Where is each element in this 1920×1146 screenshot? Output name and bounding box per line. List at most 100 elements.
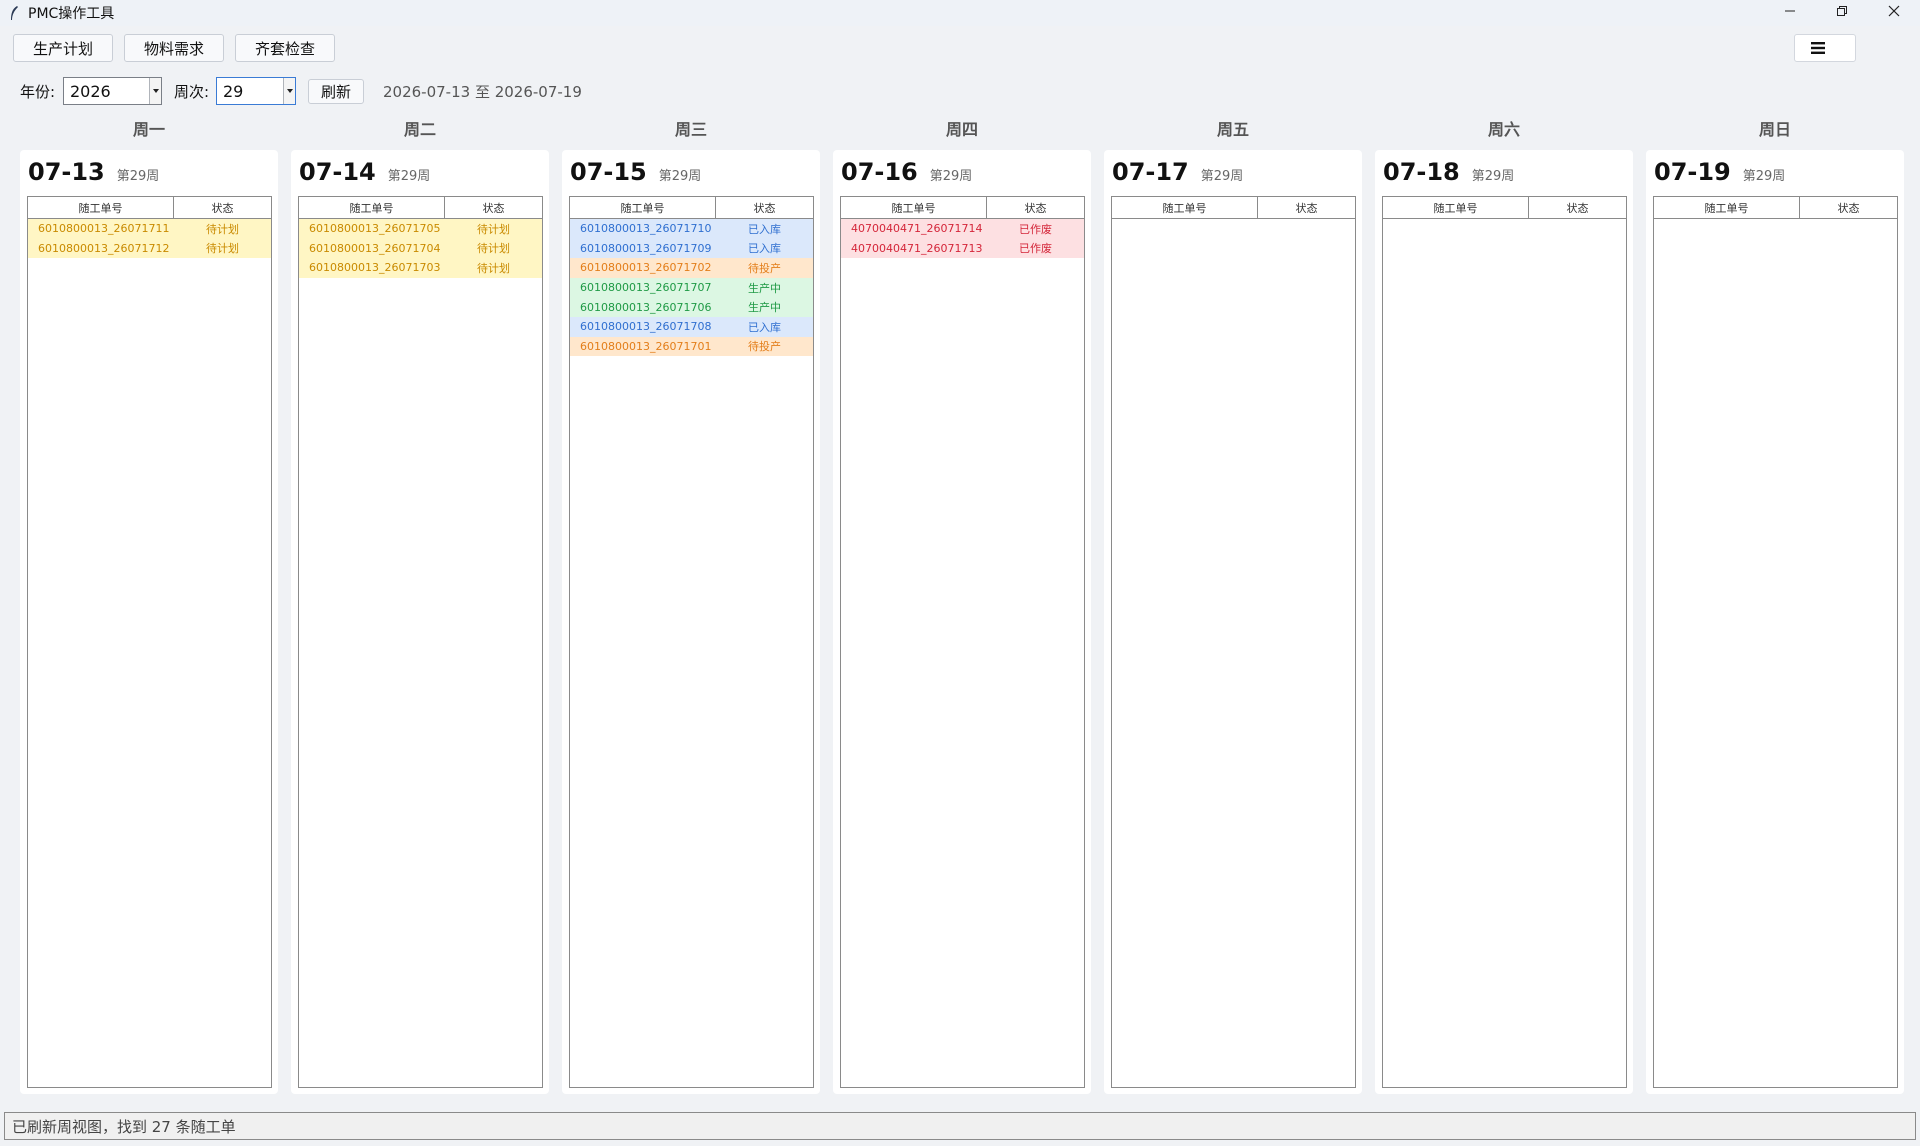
week-label: 周次: bbox=[174, 83, 210, 101]
kitting-check-button[interactable]: 齐套检查 bbox=[235, 34, 335, 62]
status-cell: 生产中 bbox=[748, 281, 781, 295]
weekday-label: 周二 bbox=[403, 120, 436, 139]
day-header: 07-15 第29周 bbox=[570, 158, 701, 186]
day-header: 07-16 第29周 bbox=[841, 158, 972, 186]
column-header-status[interactable]: 状态 bbox=[1800, 197, 1897, 218]
day-date: 07-15 bbox=[570, 158, 647, 186]
order-table[interactable]: 随工单号 状态 4070040471_26071714 已作废 4070040471_2… bbox=[840, 196, 1085, 1088]
restore-icon bbox=[1836, 5, 1848, 21]
day-card: 07-18 第29周 随工单号 状态 bbox=[1375, 150, 1633, 1094]
column-header-order[interactable]: 随工单号 bbox=[841, 197, 987, 218]
close-icon bbox=[1888, 5, 1900, 21]
refresh-button[interactable]: 刷新 bbox=[308, 79, 364, 104]
weekday-label: 周三 bbox=[674, 120, 707, 139]
table-row[interactable]: 4070040471_26071713 已作废 bbox=[841, 238, 1084, 259]
order-table[interactable]: 随工单号 状态 bbox=[1382, 196, 1627, 1088]
table-row[interactable]: 4070040471_26071714 已作废 bbox=[841, 219, 1084, 239]
order-number-cell: 6010800013_26071710 bbox=[580, 222, 712, 236]
day-date: 07-14 bbox=[299, 158, 376, 186]
table-row[interactable]: 6010800013_26071711 待计划 bbox=[28, 219, 271, 239]
table-header: 随工单号 状态 bbox=[1112, 197, 1355, 219]
column-header-order[interactable]: 随工单号 bbox=[299, 197, 445, 218]
day-week-number: 第29周 bbox=[1200, 169, 1244, 184]
feather-icon bbox=[6, 4, 22, 22]
order-number-cell: 6010800013_26071702 bbox=[580, 261, 712, 275]
column-header-status[interactable]: 状态 bbox=[987, 197, 1084, 218]
menu-button[interactable] bbox=[1794, 34, 1856, 62]
column-header-order[interactable]: 随工单号 bbox=[28, 197, 174, 218]
table-row[interactable]: 6010800013_26071706 生产中 bbox=[570, 297, 813, 317]
column-header-order[interactable]: 随工单号 bbox=[1383, 197, 1529, 218]
column-header-order[interactable]: 随工单号 bbox=[570, 197, 716, 218]
status-cell: 待计划 bbox=[477, 261, 510, 275]
dropdown-arrow-icon[interactable] bbox=[283, 78, 295, 104]
window-controls bbox=[1764, 0, 1920, 26]
status-cell: 待计划 bbox=[206, 242, 239, 256]
status-cell: 待计划 bbox=[477, 242, 510, 256]
day-date: 07-17 bbox=[1112, 158, 1189, 186]
order-number-cell: 4070040471_26071713 bbox=[851, 241, 983, 255]
order-number-cell: 6010800013_26071712 bbox=[38, 241, 170, 255]
close-button[interactable] bbox=[1868, 0, 1920, 26]
column-header-status[interactable]: 状态 bbox=[445, 197, 542, 218]
column-header-order[interactable]: 随工单号 bbox=[1112, 197, 1258, 218]
order-number-cell: 6010800013_26071704 bbox=[309, 241, 441, 255]
minimize-button[interactable] bbox=[1764, 0, 1816, 26]
order-table[interactable]: 随工单号 状态 bbox=[1111, 196, 1356, 1088]
week-select[interactable]: 29 bbox=[216, 77, 296, 105]
order-number-cell: 6010800013_26071708 bbox=[580, 320, 712, 334]
order-table[interactable]: 随工单号 状态 bbox=[1653, 196, 1898, 1088]
hamburger-icon bbox=[1811, 39, 1825, 58]
table-row[interactable]: 6010800013_26071703 待计划 bbox=[299, 258, 542, 278]
year-select[interactable]: 2026 bbox=[63, 77, 162, 105]
status-cell: 待投产 bbox=[748, 340, 781, 354]
order-table[interactable]: 随工单号 状态 6010800013_26071710 已入库 6010800013_2… bbox=[569, 196, 814, 1088]
order-number-cell: 6010800013_26071711 bbox=[38, 222, 170, 236]
title-bar: PMC操作工具 bbox=[0, 0, 1920, 26]
column-header-status[interactable]: 状态 bbox=[716, 197, 813, 218]
day-header: 07-17 第29周 bbox=[1112, 158, 1243, 186]
status-cell: 待计划 bbox=[477, 222, 510, 236]
date-range-text: 2026-07-13 至 2026-07-19 bbox=[383, 83, 582, 101]
status-cell: 待投产 bbox=[748, 261, 781, 275]
column-header-status[interactable]: 状态 bbox=[174, 197, 271, 218]
toolbar: 生产计划 物料需求 齐套检查 bbox=[0, 30, 1920, 66]
weekday-label: 周六 bbox=[1487, 120, 1520, 139]
day-header: 07-13 第29周 bbox=[28, 158, 159, 186]
table-row[interactable]: 6010800013_26071710 已入库 bbox=[570, 219, 813, 239]
order-number-cell: 6010800013_26071703 bbox=[309, 261, 441, 275]
status-cell: 生产中 bbox=[748, 301, 781, 315]
day-card: 07-13 第29周 随工单号 状态 6010800013_26071711 待计划 601… bbox=[20, 150, 278, 1094]
day-header: 07-19 第29周 bbox=[1654, 158, 1785, 186]
table-row[interactable]: 6010800013_26071709 已入库 bbox=[570, 238, 813, 259]
order-table[interactable]: 随工单号 状态 6010800013_26071711 待计划 6010800013_2… bbox=[27, 196, 272, 1088]
day-week-number: 第29周 bbox=[116, 169, 160, 184]
restore-button[interactable] bbox=[1816, 0, 1868, 26]
table-row[interactable]: 6010800013_26071708 已入库 bbox=[570, 316, 813, 337]
day-date: 07-16 bbox=[841, 158, 918, 186]
table-row[interactable]: 6010800013_26071707 生产中 bbox=[570, 277, 813, 298]
day-card: 07-16 第29周 随工单号 状态 4070040471_26071714 已作废 407… bbox=[833, 150, 1091, 1094]
order-table[interactable]: 随工单号 状态 6010800013_26071705 待计划 6010800013_2… bbox=[298, 196, 543, 1088]
table-header: 随工单号 状态 bbox=[570, 197, 813, 219]
table-header: 随工单号 状态 bbox=[28, 197, 271, 219]
weekday-label: 周四 bbox=[945, 120, 978, 139]
table-header: 随工单号 状态 bbox=[299, 197, 542, 219]
table-row[interactable]: 6010800013_26071704 待计划 bbox=[299, 238, 542, 259]
dropdown-arrow-icon[interactable] bbox=[149, 78, 161, 104]
production-plan-button[interactable]: 生产计划 bbox=[13, 34, 113, 62]
day-week-number: 第29周 bbox=[387, 169, 431, 184]
column-header-order[interactable]: 随工单号 bbox=[1654, 197, 1800, 218]
column-header-status[interactable]: 状态 bbox=[1529, 197, 1626, 218]
day-card: 07-15 第29周 随工单号 状态 6010800013_26071710 已入库 601… bbox=[562, 150, 820, 1094]
material-demand-button[interactable]: 物料需求 bbox=[124, 34, 224, 62]
day-week-number: 第29周 bbox=[658, 169, 702, 184]
day-week-number: 第29周 bbox=[929, 169, 973, 184]
column-header-status[interactable]: 状态 bbox=[1258, 197, 1355, 218]
order-number-cell: 6010800013_26071701 bbox=[580, 339, 712, 353]
table-row[interactable]: 6010800013_26071701 待投产 bbox=[570, 336, 813, 357]
table-row[interactable]: 6010800013_26071702 待投产 bbox=[570, 258, 813, 278]
table-row[interactable]: 6010800013_26071705 待计划 bbox=[299, 219, 542, 239]
day-week-number: 第29周 bbox=[1471, 169, 1515, 184]
table-row[interactable]: 6010800013_26071712 待计划 bbox=[28, 238, 271, 259]
